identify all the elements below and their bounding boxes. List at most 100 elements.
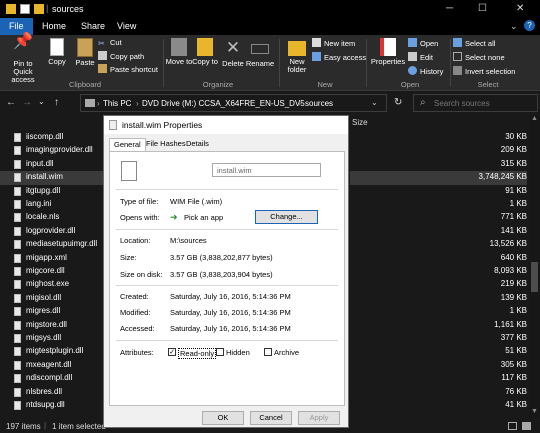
tab-view[interactable]: View	[108, 18, 145, 35]
up-arrow-icon[interactable]: ↑	[54, 97, 59, 108]
properties-button[interactable]: Properties	[368, 38, 408, 66]
list-item[interactable]: mighost.exe	[0, 278, 104, 291]
file-size-cell[interactable]: 640 KB	[350, 252, 527, 265]
file-size-cell[interactable]: 1 KB	[350, 305, 527, 318]
readonly-label[interactable]: Read-only	[178, 348, 217, 359]
list-item[interactable]: imagingprovider.dll	[0, 144, 104, 157]
filename-field[interactable]: install.wim	[212, 163, 321, 177]
breadcrumb-sources[interactable]: sources	[305, 99, 333, 108]
scrollbar-thumb[interactable]	[531, 262, 538, 292]
file-size-cell[interactable]: 51 KB	[350, 345, 527, 358]
file-size-cell[interactable]: 141 KB	[350, 225, 527, 238]
file-size-cell[interactable]: 219 KB	[350, 278, 527, 291]
minimize-button[interactable]: ─	[446, 3, 453, 14]
forward-arrow-icon[interactable]: →	[22, 97, 32, 108]
pin-quick-access-button[interactable]: 📌 Pin to Quick access	[3, 34, 43, 84]
easy-access-button[interactable]: Easy access	[312, 52, 366, 62]
ok-button[interactable]: OK	[202, 411, 244, 425]
list-item[interactable]: locale.nls	[0, 211, 104, 224]
list-item[interactable]: migsys.dll	[0, 332, 104, 345]
cut-button[interactable]: ✂ Cut	[98, 38, 122, 48]
new-item-button[interactable]: New item	[312, 38, 355, 48]
copy-path-button[interactable]: Copy path	[98, 51, 144, 61]
list-item[interactable]: nlsbres.dll	[0, 386, 104, 399]
tab-general[interactable]: General	[109, 138, 146, 152]
recent-chevron-icon[interactable]: ⌄	[38, 97, 45, 106]
archive-checkbox[interactable]	[264, 348, 272, 356]
details-view-icon[interactable]	[508, 422, 517, 430]
new-folder-button[interactable]: New folder	[281, 38, 313, 74]
scroll-up-icon[interactable]: ▲	[531, 115, 538, 122]
move-to-button[interactable]: Move to	[165, 38, 193, 66]
hidden-checkbox[interactable]	[216, 348, 224, 356]
list-item[interactable]: migtestplugin.dll	[0, 345, 104, 358]
file-size-cell[interactable]: 8,093 KB	[350, 265, 527, 278]
breadcrumb-dvd-drive[interactable]: DVD Drive (M:) CCSA_X64FRE_EN-US_DV5	[142, 99, 305, 108]
file-size-cell[interactable]: 30 KB	[350, 131, 527, 144]
file-size-cell[interactable]: 3,748,245 KB	[350, 171, 527, 185]
list-item[interactable]: input.dll	[0, 158, 104, 171]
tab-home[interactable]: Home	[33, 18, 75, 35]
file-size-cell[interactable]: 1,161 KB	[350, 319, 527, 332]
refresh-icon[interactable]: ↻	[394, 97, 402, 108]
hidden-label[interactable]: Hidden	[226, 348, 250, 357]
close-button[interactable]: ✕	[516, 3, 524, 14]
list-item[interactable]: migcore.dll	[0, 265, 104, 278]
properties-quick-icon[interactable]	[20, 4, 30, 14]
list-item[interactable]: mxeagent.dll	[0, 359, 104, 372]
delete-button[interactable]: ✕ Delete	[219, 38, 247, 68]
select-none-button[interactable]: Select none	[453, 52, 505, 62]
file-size-cell[interactable]: 41 KB	[350, 399, 527, 412]
open-button[interactable]: Open	[408, 38, 438, 48]
select-all-button[interactable]: Select all	[453, 38, 495, 48]
size-column-header[interactable]: Size	[352, 118, 368, 127]
list-item[interactable]: ndiscompl.dll	[0, 372, 104, 385]
file-size-cell[interactable]: 117 KB	[350, 372, 527, 385]
back-arrow-icon[interactable]: ←	[6, 97, 16, 108]
address-bar[interactable]: › This PC › DVD Drive (M:) CCSA_X64FRE_E…	[80, 94, 387, 112]
file-size-cell[interactable]: 76 KB	[350, 386, 527, 399]
file-size-cell[interactable]: 209 KB	[350, 144, 527, 157]
address-dropdown-icon[interactable]: ⌄	[371, 98, 378, 107]
rename-button[interactable]: Rename	[245, 38, 275, 68]
list-item[interactable]: iiscomp.dll	[0, 131, 104, 144]
paste-button[interactable]: Paste	[70, 38, 100, 67]
maximize-button[interactable]: ☐	[478, 3, 487, 14]
file-size-cell[interactable]: 315 KB	[350, 158, 527, 171]
list-item[interactable]: mediasetupuimgr.dll	[0, 238, 104, 251]
copy-button[interactable]: Copy	[42, 38, 72, 66]
archive-label[interactable]: Archive	[274, 348, 299, 357]
file-size-cell[interactable]: 305 KB	[350, 359, 527, 372]
apply-button[interactable]: Apply	[298, 411, 340, 425]
file-size-cell[interactable]: 771 KB	[350, 211, 527, 224]
file-size-cell[interactable]: 91 KB	[350, 185, 527, 198]
invert-selection-button[interactable]: Invert selection	[453, 66, 515, 76]
list-item[interactable]: itgtupg.dll	[0, 185, 104, 198]
history-button[interactable]: History	[408, 66, 443, 76]
list-item[interactable]: migapp.xml	[0, 252, 104, 265]
scroll-down-icon[interactable]: ▼	[531, 408, 538, 415]
file-size-cell[interactable]: 13,526 KB	[350, 238, 527, 251]
file-size-cell[interactable]: 139 KB	[350, 292, 527, 305]
list-item[interactable]: logprovider.dll	[0, 225, 104, 238]
large-icons-view-icon[interactable]	[522, 422, 531, 430]
new-folder-quick-icon[interactable]	[34, 4, 44, 14]
readonly-checkbox[interactable]: ✓	[168, 348, 176, 356]
file-size-cell[interactable]: 377 KB	[350, 332, 527, 345]
help-icon[interactable]: ?	[524, 20, 535, 31]
chevron-down-icon[interactable]: ⌄	[510, 21, 518, 32]
change-button[interactable]: Change...	[255, 210, 318, 224]
list-item[interactable]: migstore.dll	[0, 319, 104, 332]
list-item[interactable]: migisol.dll	[0, 292, 104, 305]
search-input[interactable]: ⌕ Search sources	[413, 94, 538, 112]
paste-shortcut-button[interactable]: Paste shortcut	[98, 64, 158, 74]
list-item[interactable]: migres.dll	[0, 305, 104, 318]
edit-button[interactable]: Edit	[408, 52, 433, 62]
file-size-cell[interactable]: 1 KB	[350, 198, 527, 211]
list-item[interactable]: lang.ini	[0, 198, 104, 211]
list-item[interactable]: install.wim	[0, 171, 104, 185]
tab-details[interactable]: Details	[182, 138, 213, 151]
copy-to-button[interactable]: Copy to	[191, 38, 219, 66]
cancel-button[interactable]: Cancel	[250, 411, 292, 425]
list-item[interactable]: ntdsupg.dll	[0, 399, 104, 412]
